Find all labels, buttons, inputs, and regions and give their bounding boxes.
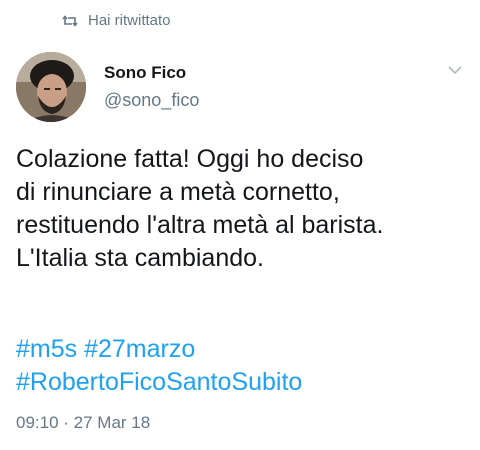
avatar[interactable] xyxy=(16,52,86,122)
tweet-line: di rinunciare a metà cornetto, xyxy=(16,178,340,206)
retweet-label: Hai ritwittato xyxy=(88,12,171,29)
tweet-text: Colazione fatta! Oggi ho deciso di rinun… xyxy=(16,143,466,275)
author-name[interactable]: Sono Fico xyxy=(104,63,199,83)
hashtag-m5s[interactable]: #m5s xyxy=(16,335,77,363)
tweet-line: L'Italia sta cambiando. xyxy=(16,244,264,272)
tweet-line: Colazione fatta! Oggi ho deciso xyxy=(16,145,364,173)
retweet-icon xyxy=(62,14,78,28)
hashtags: #m5s #27marzo #RobertoFicoSantoSubito xyxy=(16,333,302,399)
chevron-down-icon[interactable] xyxy=(448,62,462,80)
author-info[interactable]: Sono Fico @sono_fico xyxy=(104,63,199,111)
hashtag-27marzo[interactable]: #27marzo xyxy=(84,335,195,363)
retweet-indicator: Hai ritwittato xyxy=(62,12,171,29)
tweet-line: restituendo l'altra metà al barista. xyxy=(16,211,384,239)
tweet-timestamp[interactable]: 09:10 · 27 Mar 18 xyxy=(16,413,150,433)
hashtag-robertoficosantosubito[interactable]: #RobertoFicoSantoSubito xyxy=(16,368,302,396)
author-handle[interactable]: @sono_fico xyxy=(104,89,199,111)
